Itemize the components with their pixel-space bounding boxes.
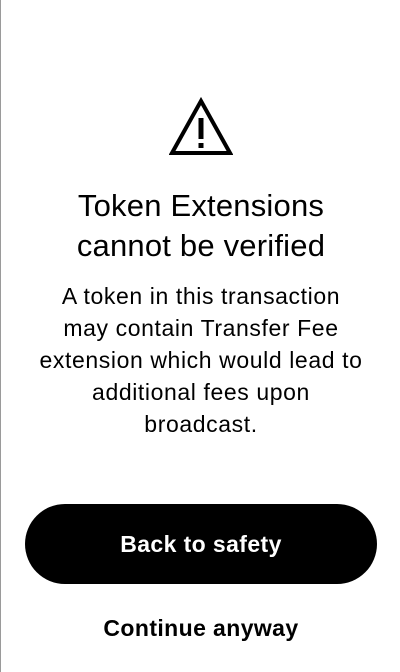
back-to-safety-button[interactable]: Back to safety xyxy=(25,504,377,584)
warning-title: Token Extensions cannot be verified xyxy=(21,186,381,266)
warning-message-line-3: extension which would lead to xyxy=(39,347,363,373)
warning-message-line-1: A token in this transaction xyxy=(61,283,341,309)
warning-message: A token in this transaction may contain … xyxy=(23,280,379,440)
warning-screen: Token Extensions cannot be verified A to… xyxy=(0,0,400,672)
warning-message-line-4: additional fees upon xyxy=(92,379,310,405)
continue-anyway-button[interactable]: Continue anyway xyxy=(61,608,341,648)
warning-message-line-5: broadcast. xyxy=(144,411,258,437)
warning-message-line-2: may contain Transfer Fee xyxy=(63,315,339,341)
warning-title-line-1: Token Extensions xyxy=(77,188,325,223)
warning-triangle-icon xyxy=(169,97,233,155)
warning-title-line-2: cannot be verified xyxy=(76,228,326,263)
